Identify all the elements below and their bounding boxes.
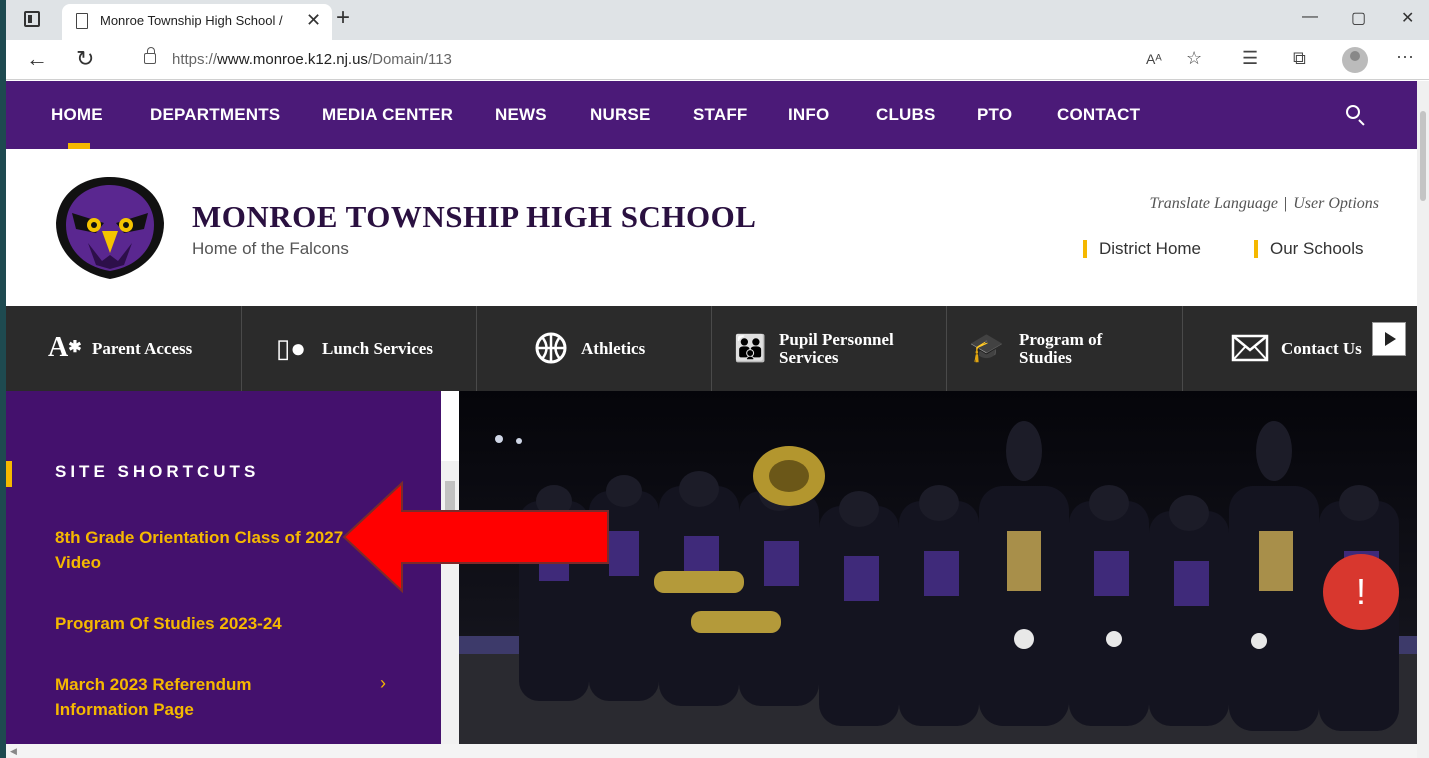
nav-departments[interactable]: DEPARTMENTS [150,105,280,125]
main-nav: HOME DEPARTMENTS MEDIA CENTER NEWS NURSE… [6,81,1417,149]
shortcuts-title: SITE SHORTCUTS [55,462,260,481]
envelope-icon [1231,334,1269,362]
quick-link-parent-access[interactable]: A✱ Parent Access [6,306,242,391]
shortcut-label-line2: Video [55,553,101,572]
more-icon[interactable]: ··· [1396,46,1414,67]
quick-link-label: Pupil Personnel [779,330,894,349]
play-icon[interactable] [1372,322,1406,356]
translate-link[interactable]: Translate Language [1150,195,1278,212]
link-separator: | [1284,195,1288,212]
close-window-button[interactable]: ✕ [1401,8,1414,28]
nav-staff[interactable]: STAFF [693,105,748,125]
tab-actions-icon[interactable] [24,11,40,27]
maximize-button[interactable]: ▢ [1351,8,1366,28]
quick-link-lunch-services[interactable]: ▯● Lunch Services [242,306,477,391]
page-scrollbar[interactable] [1417,81,1429,758]
lunch-icon: ▯● [276,333,307,363]
profile-icon[interactable] [1342,47,1368,73]
back-icon[interactable]: ← [26,46,48,72]
quick-link-label: Program of [1019,330,1103,349]
falcon-logo[interactable] [52,173,168,281]
user-options-link[interactable]: User Options [1293,195,1379,212]
nav-contact[interactable]: CONTACT [1057,105,1140,125]
utility-links: Translate Language | User Options [1150,195,1379,213]
quick-links-bar: A✱ Parent Access ▯● Lunch Services Athle… [6,306,1417,391]
new-tab-icon[interactable]: + [336,4,350,32]
collections-icon[interactable]: ⧉ [1293,48,1306,69]
district-home-link[interactable]: District Home [1083,240,1201,258]
quick-link-program-of-studies[interactable]: 🎓 Program of Studies [947,306,1183,391]
basketball-icon [535,332,567,364]
nav-media-center[interactable]: MEDIA CENTER [322,105,453,125]
alert-button[interactable]: ! [1323,554,1399,630]
nav-clubs[interactable]: CLUBS [876,105,936,125]
tab-close-icon[interactable]: ✕ [306,10,321,31]
shortcut-label-line1: Program Of Studies 2023-24 [55,614,282,633]
shortcut-label-line1: March 2023 Referendum [55,675,252,694]
page-icon [76,13,88,29]
shortcut-label-line2: Information Page [55,700,194,719]
url-text: https://www.monroe.k12.nj.us/Domain/113 [172,51,452,68]
shortcut-8th-grade-orientation[interactable]: 8th Grade Orientation Class of 2027 Vide… [55,525,375,575]
website: HOME DEPARTMENTS MEDIA CENTER NEWS NURSE… [6,81,1417,758]
url-field[interactable]: https://www.monroe.k12.nj.us/Domain/113 [122,45,1222,75]
search-icon[interactable] [1346,105,1360,119]
refresh-icon[interactable]: ↻ [76,46,94,72]
school-tagline: Home of the Falcons [192,239,349,258]
shortcut-march-referendum[interactable]: March 2023 Referendum Information Page [55,672,375,722]
our-schools-link[interactable]: Our Schools [1254,240,1364,258]
site-header: MONROE TOWNSHIP HIGH SCHOOL Home of the … [6,149,1417,306]
horizontal-scrollbar[interactable]: ◀ [6,744,1417,758]
scrollbar-thumb[interactable] [1420,111,1426,201]
read-aloud-icon[interactable]: Aᴬ [1146,51,1162,67]
quick-link-label: Studies [1019,348,1072,367]
school-name[interactable]: MONROE TOWNSHIP HIGH SCHOOL [192,199,756,235]
nav-home[interactable]: HOME [51,105,103,125]
quick-link-athletics[interactable]: Athletics [477,306,712,391]
title-bar: Monroe Township High School / ✕ + — ▢ ✕ [6,0,1429,40]
minimize-button[interactable]: — [1302,8,1318,26]
favorites-icon[interactable]: ☰ [1242,48,1258,69]
nav-news[interactable]: NEWS [495,105,547,125]
address-bar: ← ↻ https://www.monroe.k12.nj.us/Domain/… [6,40,1429,80]
graduation-cap-icon: 🎓 [969,332,1004,363]
nav-pto[interactable]: PTO [977,105,1012,125]
shortcuts-marker [6,461,12,487]
quick-link-label: Contact Us [1281,339,1362,358]
scroll-left-icon[interactable]: ◀ [10,746,17,757]
annotation-arrow [342,481,609,593]
quick-link-label: Lunch Services [322,339,433,358]
tab-title: Monroe Township High School / [100,13,283,28]
quick-link-pupil-personnel-services[interactable]: 👪 Pupil Personnel Services [712,306,947,391]
quick-link-label: Services [779,348,839,367]
quick-link-label: Athletics [581,339,646,358]
favorite-add-icon[interactable]: ☆ [1186,48,1202,69]
nav-info[interactable]: INFO [788,105,829,125]
chevron-right-icon[interactable]: › [380,673,386,694]
shortcut-label-line1: 8th Grade Orientation Class of 2027 [55,528,344,547]
shortcut-program-of-studies[interactable]: Program Of Studies 2023-24 [55,611,375,636]
lock-icon[interactable] [144,47,156,64]
browser-window: Monroe Township High School / ✕ + — ▢ ✕ … [6,0,1429,758]
parent-access-icon: A✱ [48,332,82,363]
people-icon: 👪 [734,333,767,363]
quick-link-label: Parent Access [92,339,193,358]
browser-tab[interactable]: Monroe Township High School / ✕ [62,4,332,40]
nav-nurse[interactable]: NURSE [590,105,651,125]
